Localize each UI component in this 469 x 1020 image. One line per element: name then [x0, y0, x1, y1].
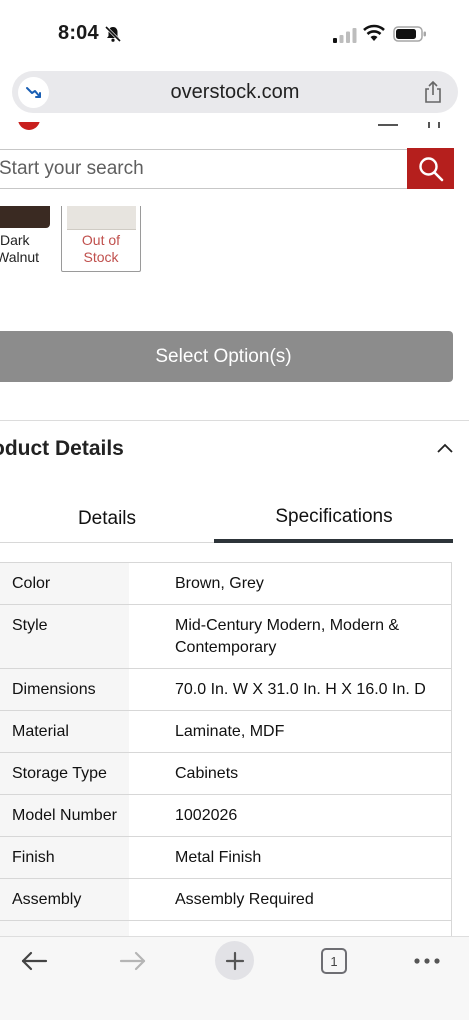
spec-value: Cabinets: [175, 764, 239, 782]
specifications-table: Color Brown, Grey Style Mid-Century Mode…: [0, 562, 452, 963]
table-row: Assembly Assembly Required: [0, 879, 451, 921]
table-row: Color Brown, Grey: [0, 563, 451, 605]
status-bar: 8:04: [0, 0, 469, 64]
url-text[interactable]: overstock.com: [12, 81, 458, 104]
table-row: Storage Type Cabinets: [0, 753, 451, 795]
site-header-cropped: [0, 122, 469, 132]
swatch-thumbnail: [67, 206, 136, 230]
table-row: Finish Metal Finish: [0, 837, 451, 879]
search-button[interactable]: [407, 148, 454, 189]
spec-key: Dimensions: [0, 669, 129, 710]
spec-key: Color: [0, 563, 129, 604]
spec-key: Material: [0, 711, 129, 752]
tabs-icon[interactable]: 1: [321, 948, 347, 974]
more-icon[interactable]: [413, 957, 441, 965]
spec-value: 1002026: [175, 806, 238, 824]
forward-arrow-icon[interactable]: [119, 950, 147, 972]
share-icon[interactable]: [422, 80, 444, 104]
active-tab-indicator: [214, 539, 453, 543]
color-option-out-of-stock[interactable]: Out of Stock: [61, 206, 141, 272]
out-of-stock-label: Out of Stock: [62, 232, 140, 266]
bell-slash-icon: [104, 25, 122, 43]
cellular-signal-icon: [333, 28, 357, 43]
tab-divider: [0, 542, 214, 543]
swatch-thumbnail: [0, 206, 50, 228]
product-details-title[interactable]: oduct Details: [0, 437, 124, 461]
spec-value: Laminate, MDF: [175, 722, 285, 740]
back-arrow-icon[interactable]: [20, 950, 48, 972]
divider: [0, 420, 469, 421]
table-row: Material Laminate, MDF: [0, 711, 451, 753]
swatch-label-line: Out of: [81, 232, 121, 248]
search-input[interactable]: [0, 150, 408, 188]
plus-icon: [225, 951, 244, 970]
spec-key: Model Number: [0, 795, 129, 836]
battery-icon: [393, 26, 426, 42]
chevron-up-icon[interactable]: [436, 441, 454, 455]
select-options-button[interactable]: Select Option(s): [0, 331, 453, 382]
page: 8:04 overstock.com Start your search Dar…: [0, 0, 469, 1020]
address-bar[interactable]: overstock.com: [12, 71, 458, 113]
color-option-dark-walnut[interactable]: Dark Walnut: [0, 206, 52, 276]
wifi-icon: [363, 24, 385, 41]
spec-value: Assembly Required: [175, 890, 314, 908]
spec-value: Metal Finish: [175, 848, 262, 866]
spec-key: Storage Type: [0, 753, 129, 794]
spec-key: Assembly: [0, 879, 129, 920]
tab-details[interactable]: Details: [0, 508, 214, 530]
search-box: [0, 149, 408, 189]
browser-bottom-toolbar: 1: [0, 936, 469, 1020]
swatch-label: Dark Walnut: [0, 232, 39, 266]
logo[interactable]: [18, 122, 40, 130]
table-row: Model Number 1002026: [0, 795, 451, 837]
spec-value: 70.0 In. W X 31.0 In. H X 16.0 In. D: [175, 680, 426, 698]
spec-key: Finish: [0, 837, 129, 878]
swatch-label-line: Stock: [83, 249, 119, 265]
tab-specifications[interactable]: Specifications: [214, 506, 454, 528]
status-time: 8:04: [58, 22, 99, 44]
spec-value: Mid-Century Modern, Modern & Contemporar…: [175, 616, 400, 656]
spec-value: Brown, Grey: [175, 574, 264, 592]
new-tab-button[interactable]: [215, 941, 254, 980]
spec-key: Style: [0, 605, 129, 668]
table-row: Style Mid-Century Modern, Modern & Conte…: [0, 605, 451, 669]
search-icon: [418, 156, 443, 181]
table-row: Dimensions 70.0 In. W X 31.0 In. H X 16.…: [0, 669, 451, 711]
swatch-label-line: Dark: [0, 232, 30, 248]
browser-toolbar: overstock.com: [0, 64, 469, 122]
swatch-label-line: Walnut: [0, 249, 40, 265]
account-cart-icon[interactable]: [378, 122, 448, 130]
